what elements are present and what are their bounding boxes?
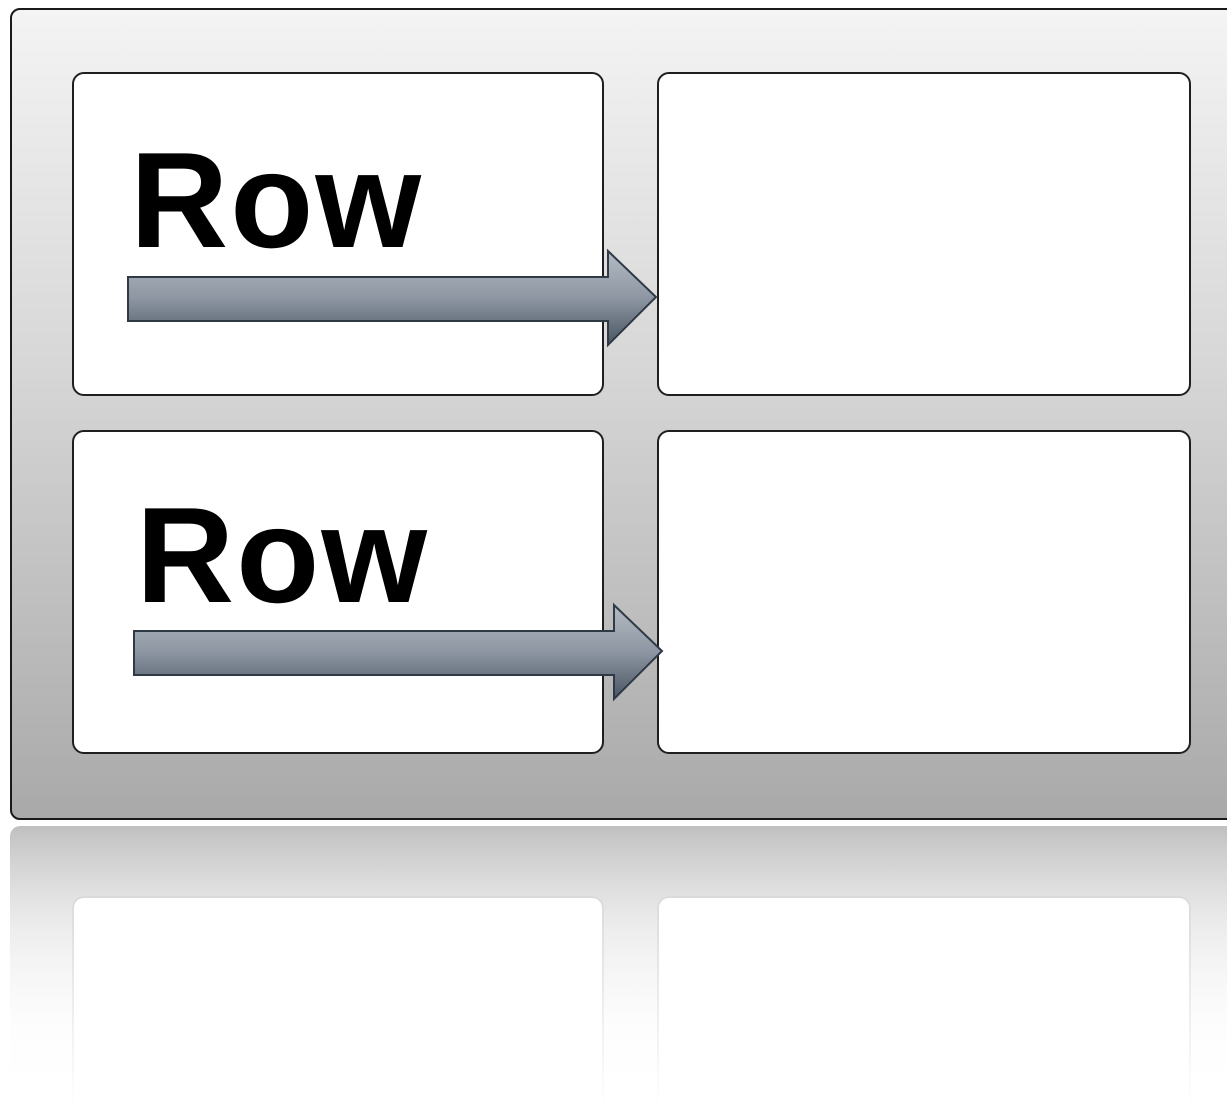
diagram-canvas: Row Row [0,0,1227,1109]
right-arrow-icon [133,602,664,702]
reflection-left-cell [72,896,604,1109]
row-2-right-cell [657,430,1191,754]
right-arrow-icon [127,248,658,348]
panel-reflection [10,826,1227,1109]
reflection-right-cell [657,896,1191,1109]
row-1-right-cell [657,72,1191,396]
